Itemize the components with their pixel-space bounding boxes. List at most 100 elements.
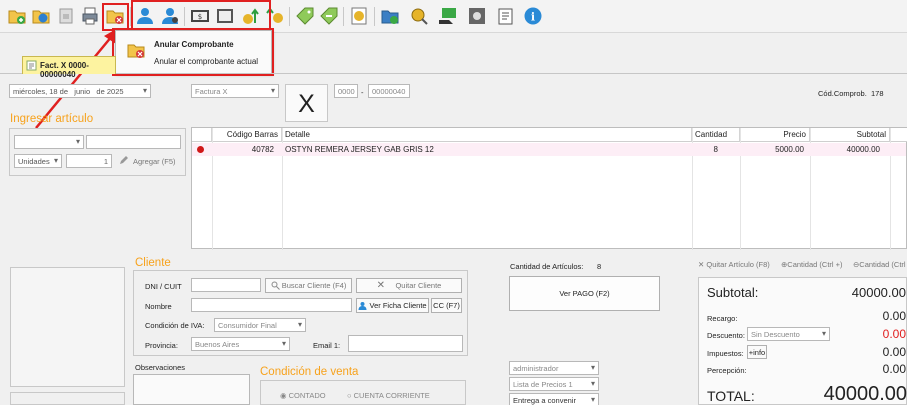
- point-of-sale-field[interactable]: 0000: [334, 84, 358, 98]
- toolbar-separator: [289, 7, 290, 26]
- percepcion-label: Percepción:: [707, 366, 747, 375]
- folder-add-icon[interactable]: [7, 6, 27, 26]
- cell-precio: 5000.00: [775, 145, 804, 154]
- observaciones-input[interactable]: [133, 374, 250, 405]
- cantidad-mas-label: Cantidad (Ctrl +): [787, 260, 843, 269]
- vendedor-value: administrador: [513, 364, 559, 373]
- cell-codigo: 40782: [251, 145, 274, 154]
- articles-grid: Código Barras Detalle Cantidad Precio Su…: [191, 127, 907, 250]
- table-row[interactable]: 40782 OSTYN REMERA JERSEY GAB GRIS 12 8 …: [192, 143, 906, 156]
- articles-count-label: Cantidad de Artículos:: [510, 262, 584, 271]
- impuestos-label: Impuestos:: [707, 349, 744, 358]
- toolbar-separator: [343, 7, 344, 26]
- cell-subtotal: 40000.00: [846, 145, 880, 154]
- date-month: junio: [74, 87, 91, 96]
- invoice-letter: X: [285, 84, 328, 122]
- code-value: 178: [871, 89, 884, 98]
- tag-remove-icon[interactable]: [319, 6, 339, 26]
- cantidad-mas-button[interactable]: ⊕Cantidad (Ctrl +): [781, 260, 843, 269]
- unit-select[interactable]: Unidades: [14, 154, 62, 168]
- image-panel-footer: [10, 392, 125, 405]
- cliente-title: Cliente: [135, 257, 171, 269]
- svg-text:i: i: [531, 11, 535, 24]
- close-icon: ✕: [376, 280, 386, 291]
- grid-header-precio[interactable]: Precio: [740, 128, 810, 142]
- number-separator: -: [361, 88, 364, 97]
- article-search-select[interactable]: [14, 135, 84, 149]
- code-label: Cód.Comprob.: [818, 89, 867, 98]
- document-icon[interactable]: [56, 6, 76, 26]
- iva-select[interactable]: Consumidor Final: [214, 318, 306, 332]
- doc-type-select[interactable]: Factura X: [191, 84, 279, 98]
- descuento-select-value: Sin Descuento: [751, 330, 800, 339]
- quitar-cliente-label: Quitar Cliente: [395, 281, 442, 290]
- venta-title: Condición de venta: [260, 366, 359, 378]
- print-icon[interactable]: [80, 6, 100, 26]
- grid-header-cantidad[interactable]: Cantidad: [692, 128, 740, 142]
- dni-input[interactable]: [191, 278, 261, 292]
- unit-value: Unidades: [18, 157, 50, 166]
- info-button[interactable]: +info: [747, 345, 767, 359]
- folder-money-icon[interactable]: [380, 6, 400, 26]
- cc-button[interactable]: CC (F7): [431, 298, 462, 313]
- date-day: miércoles, 18 de: [13, 87, 69, 96]
- email-input[interactable]: [348, 335, 463, 352]
- nombre-input[interactable]: [191, 298, 352, 312]
- ver-ficha-button[interactable]: Ver Ficha Cliente: [356, 298, 429, 313]
- quantity-stepper[interactable]: 1: [66, 154, 112, 168]
- ver-pago-button[interactable]: Ver PAGO (F2): [509, 276, 660, 311]
- folder-refresh-icon[interactable]: [31, 6, 51, 26]
- cuenta-label: CUENTA CORRIENTE: [353, 391, 430, 400]
- coin-icon[interactable]: [349, 6, 369, 26]
- grid-header-codigo[interactable]: Código Barras: [212, 128, 282, 142]
- tab-label: Fact. X 0000-00000040: [40, 61, 89, 79]
- search-icon: [271, 281, 280, 290]
- row-marker-icon: [197, 146, 204, 153]
- grid-header-subtotal[interactable]: Subtotal: [810, 128, 890, 142]
- quitar-cliente-button[interactable]: ✕ Quitar Cliente: [356, 278, 462, 293]
- grid-header-extra: [890, 128, 907, 142]
- iva-label: Condición de IVA:: [145, 321, 205, 330]
- cantidad-menos-label: Cantidad (Ctrl: [859, 260, 906, 269]
- money-hand-icon[interactable]: [438, 6, 458, 26]
- descuento-select[interactable]: Sin Descuento: [747, 327, 830, 341]
- nombre-label: Nombre: [145, 302, 172, 311]
- buscar-cliente-button[interactable]: Buscar Cliente (F4): [265, 278, 352, 293]
- lista-precios-select[interactable]: Lista de Precios 1: [509, 377, 599, 391]
- grid-header-detalle[interactable]: Detalle: [282, 128, 692, 142]
- settings-icon[interactable]: [467, 6, 487, 26]
- article-code-input[interactable]: [86, 135, 181, 149]
- list-edit-icon[interactable]: [496, 6, 516, 26]
- tab-invoice[interactable]: Fact. X 0000-00000040: [22, 56, 116, 79]
- provincia-select[interactable]: Buenos Aires: [191, 337, 290, 351]
- add-article-button[interactable]: Agregar (F5): [133, 157, 176, 166]
- tab-bar: [0, 56, 907, 74]
- invoice-number-field[interactable]: 00000040: [368, 84, 410, 98]
- iva-value: Consumidor Final: [218, 321, 277, 330]
- info-icon[interactable]: i: [523, 6, 543, 26]
- image-panel: [10, 267, 125, 387]
- quantity-value: 1: [103, 157, 108, 166]
- quitar-articulo-button[interactable]: ✕ Quitar Artículo (F8): [698, 260, 770, 269]
- money-search-icon[interactable]: [409, 6, 429, 26]
- tag-add-icon[interactable]: [295, 6, 315, 26]
- cantidad-menos-button[interactable]: ⊖Cantidad (Ctrl: [853, 260, 906, 269]
- total-value: 40000.00: [823, 383, 907, 405]
- total-label: TOTAL:: [707, 388, 755, 404]
- impuestos-value: 0.00: [882, 345, 906, 359]
- grid-header-marker: [192, 128, 212, 142]
- recargo-value: 0.00: [882, 309, 906, 323]
- radio-contado[interactable]: ◉ CONTADO: [280, 391, 326, 400]
- date-picker[interactable]: miércoles, 18 de junio de 2025: [9, 84, 151, 98]
- dni-label: DNI / CUIT: [145, 282, 182, 291]
- edit-icon: [120, 156, 128, 164]
- doc-type-value: Factura X: [195, 87, 228, 96]
- vendedor-select[interactable]: administrador: [509, 361, 599, 375]
- quitar-articulo-label: Quitar Artículo (F8): [706, 260, 770, 269]
- entrega-select[interactable]: Entrega a convenir: [509, 393, 599, 405]
- cell-detalle: OSTYN REMERA JERSEY GAB GRIS 12: [285, 145, 434, 154]
- subtotal-value: 40000.00: [851, 285, 906, 300]
- radio-cuenta-corriente[interactable]: ○ CUENTA CORRIENTE: [347, 391, 430, 400]
- articles-count-value: 8: [597, 262, 602, 271]
- provincia-value: Buenos Aires: [195, 340, 240, 349]
